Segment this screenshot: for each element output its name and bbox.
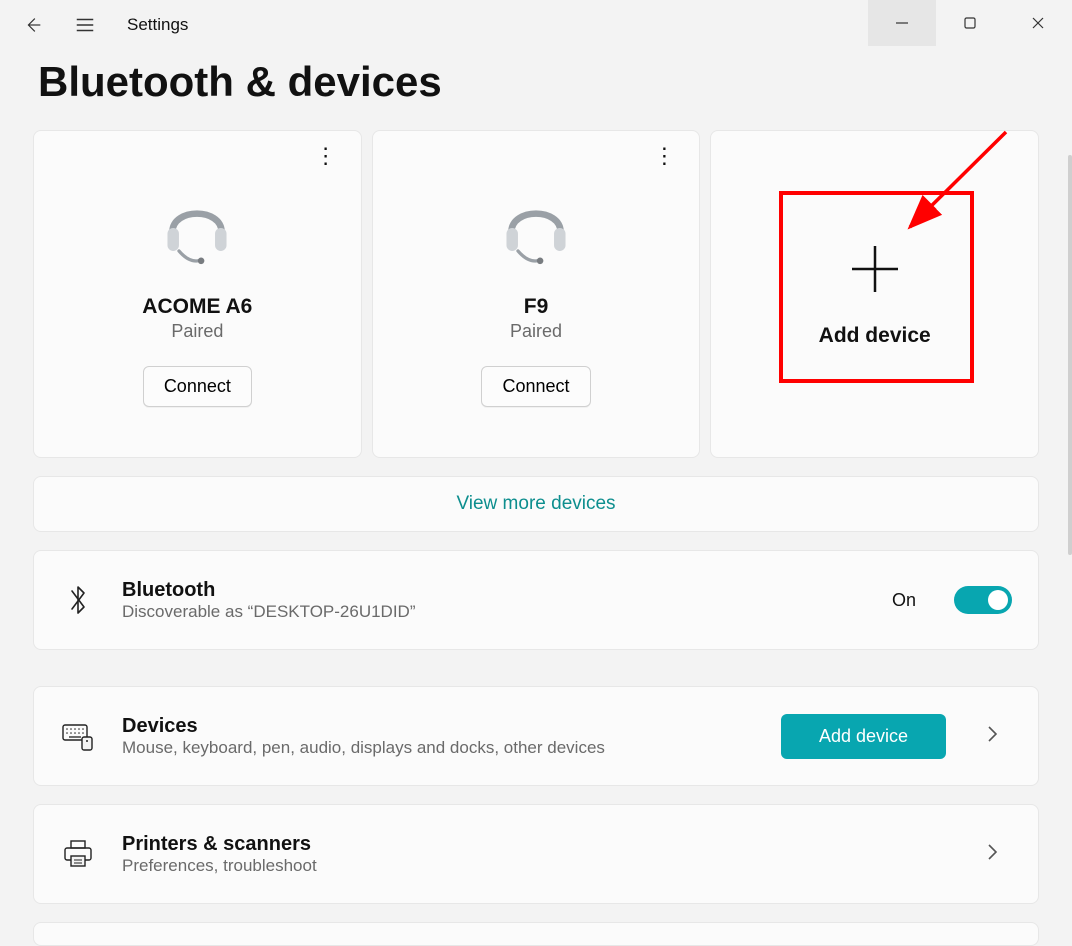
view-more-devices-link[interactable]: View more devices xyxy=(33,476,1039,532)
app-title: Settings xyxy=(127,15,188,35)
bluetooth-toggle-state: On xyxy=(892,590,916,611)
device-name: ACOME A6 xyxy=(142,295,252,319)
connect-button[interactable]: Connect xyxy=(143,366,252,407)
printers-row-expand[interactable] xyxy=(972,841,1012,868)
keyboard-icon xyxy=(60,721,96,751)
window-controls xyxy=(868,0,1072,46)
device-card: ⋮ F9 Paired Connect xyxy=(372,130,701,458)
device-name: F9 xyxy=(524,295,549,319)
devices-row-expand[interactable] xyxy=(972,723,1012,750)
add-device-card[interactable]: Add device xyxy=(710,130,1039,458)
scrollbar[interactable] xyxy=(1068,155,1072,555)
chevron-right-icon xyxy=(985,841,999,863)
back-button[interactable] xyxy=(10,10,55,41)
plus-icon xyxy=(846,240,904,298)
connect-button[interactable]: Connect xyxy=(481,366,590,407)
maximize-button[interactable] xyxy=(936,0,1004,46)
printer-icon xyxy=(60,839,96,869)
printers-subtitle: Preferences, troubleshoot xyxy=(122,856,946,876)
chevron-right-icon xyxy=(985,723,999,745)
device-card: ⋮ ACOME A6 Paired Connect xyxy=(33,130,362,458)
minimize-icon xyxy=(895,16,909,30)
bluetooth-row: Bluetooth Discoverable as “DESKTOP-26U1D… xyxy=(33,550,1039,650)
content: ⋮ ACOME A6 Paired Connect ⋮ xyxy=(0,130,1072,946)
headset-icon xyxy=(156,187,238,269)
next-row-stub xyxy=(33,922,1039,946)
titlebar: Settings xyxy=(0,0,1072,50)
hamburger-icon xyxy=(74,14,96,36)
card-more-button[interactable]: ⋮ xyxy=(653,145,675,167)
maximize-icon xyxy=(963,16,977,30)
device-cards-row: ⋮ ACOME A6 Paired Connect ⋮ xyxy=(33,130,1039,458)
devices-title: Devices xyxy=(122,715,755,738)
devices-row[interactable]: Devices Mouse, keyboard, pen, audio, dis… xyxy=(33,686,1039,786)
add-device-button[interactable]: Add device xyxy=(781,714,946,759)
devices-subtitle: Mouse, keyboard, pen, audio, displays an… xyxy=(122,738,755,758)
card-more-button[interactable]: ⋮ xyxy=(315,145,337,167)
printers-title: Printers & scanners xyxy=(122,833,946,856)
add-device-label: Add device xyxy=(819,324,931,348)
minimize-button[interactable] xyxy=(868,0,936,46)
bluetooth-subtitle: Discoverable as “DESKTOP-26U1DID” xyxy=(122,602,866,622)
close-button[interactable] xyxy=(1004,0,1072,46)
bluetooth-toggle[interactable] xyxy=(954,586,1012,614)
headset-icon xyxy=(495,187,577,269)
bluetooth-title: Bluetooth xyxy=(122,579,866,602)
arrow-left-icon xyxy=(22,14,44,36)
device-status: Paired xyxy=(510,321,562,342)
printers-row[interactable]: Printers & scanners Preferences, trouble… xyxy=(33,804,1039,904)
close-icon xyxy=(1031,16,1045,30)
device-status: Paired xyxy=(171,321,223,342)
page-title: Bluetooth & devices xyxy=(38,58,1072,106)
hamburger-button[interactable] xyxy=(55,10,115,41)
bluetooth-icon xyxy=(60,582,96,618)
